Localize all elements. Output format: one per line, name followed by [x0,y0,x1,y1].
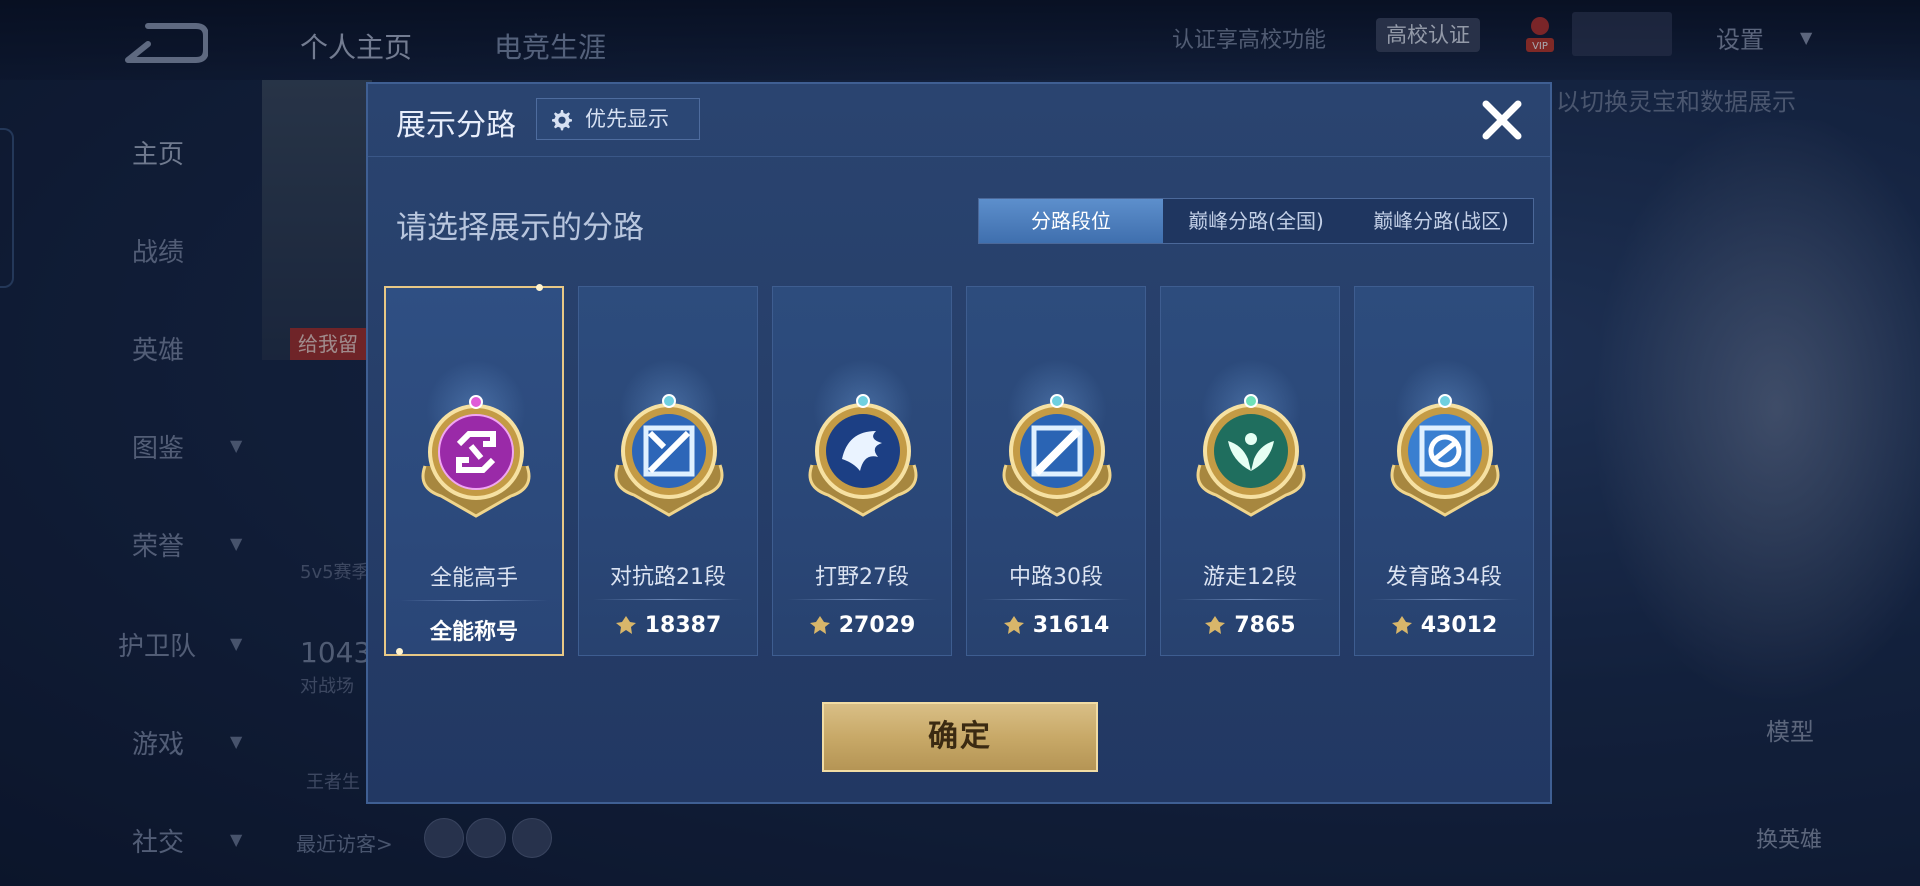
lane-card-points: 18387 [579,613,757,638]
points-value: 43012 [1420,613,1498,638]
dialog-header: 展示分路 优先显示 [368,84,1550,157]
lane-card-jungle[interactable]: 打野27段 27029 [772,286,952,656]
roam-emblem-icon [1196,394,1306,517]
lane-display-dialog: 展示分路 优先显示 请选择展示的分路 分路段位 巅峰分路(全国) 巅峰分路(战区… [366,82,1552,804]
points-value: 18387 [644,613,722,638]
lane-points-icon [1205,616,1226,634]
card-divider [981,599,1131,600]
lane-card-points: 43012 [1355,613,1533,638]
lane-card-points: 27029 [773,613,951,638]
priority-display-label: 优先显示 [585,107,669,131]
points-value: 31614 [1032,613,1110,638]
lane-card-farm[interactable]: 发育路34段 43012 [1354,286,1534,656]
confirm-button[interactable]: 确定 [822,702,1098,772]
lane-card-role: 中路30段 [1009,565,1103,590]
card-divider [1369,599,1519,600]
points-value: 27029 [838,613,916,638]
jungle-emblem-icon [808,394,918,517]
tab-lane-rank[interactable]: 分路段位 [979,199,1163,243]
corner-sparkle [396,648,403,655]
lane-card-role: 游走12段 [1203,565,1297,590]
farm-lane-emblem-icon [1390,394,1500,517]
card-divider [787,599,937,600]
lane-points-icon [1391,616,1412,634]
lane-card-title: 全能称号 [429,620,518,645]
lane-type-tabs: 分路段位 巅峰分路(全国) 巅峰分路(战区) [978,198,1534,244]
tab-peak-lane-region[interactable]: 巅峰分路(战区) [1349,199,1533,243]
lane-card-role: 发育路34段 [1386,565,1502,590]
lane-points-icon [1003,616,1024,634]
select-lane-prompt: 请选择展示的分路 [396,210,644,246]
lane-card-role: 全能高手 [429,566,518,591]
lane-card-role: 对抗路21段 [610,565,726,590]
lane-card-points: 7865 [1161,613,1339,638]
lane-card-mid[interactable]: 中路30段 31614 [966,286,1146,656]
mid-lane-emblem-icon [1002,394,1112,517]
corner-sparkle [536,284,543,291]
card-divider [1175,599,1325,600]
points-value: 7865 [1234,613,1296,638]
lane-card-roam[interactable]: 游走12段 7865 [1160,286,1340,656]
card-divider [400,600,548,601]
lane-card-points: 31614 [967,613,1145,638]
all-round-emblem-icon [421,395,531,518]
lane-points-icon [809,616,830,634]
card-divider [593,599,743,600]
lane-points-icon [615,616,636,634]
priority-display-button[interactable]: 优先显示 [536,98,700,140]
lane-card-role: 打野27段 [815,565,909,590]
tab-peak-lane-national[interactable]: 巅峰分路(全国) [1163,199,1349,243]
clash-lane-emblem-icon [614,394,724,517]
gear-icon [552,110,572,131]
lane-card-clash[interactable]: 对抗路21段 18387 [578,286,758,656]
lane-card-all-round[interactable]: 全能高手 全能称号 [384,284,564,656]
close-icon[interactable] [1478,96,1526,144]
dialog-title: 展示分路 [396,108,516,143]
